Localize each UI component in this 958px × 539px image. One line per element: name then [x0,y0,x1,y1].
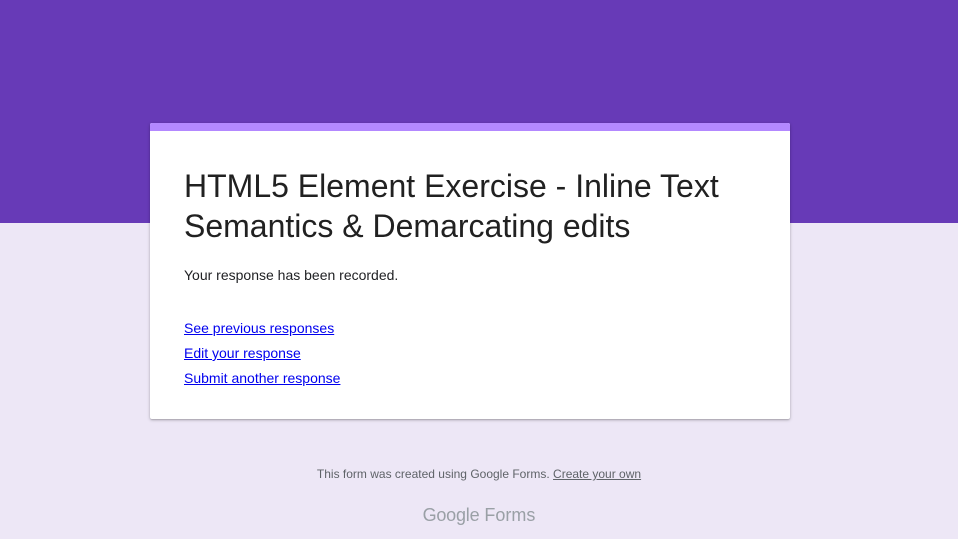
confirmation-card: HTML5 Element Exercise - Inline Text Sem… [150,123,790,419]
submit-another-response-link[interactable]: Submit another response [184,366,340,391]
card-accent-bar [150,123,790,131]
confirmation-message: Your response has been recorded. [184,267,399,283]
response-links: See previous responses Edit your respons… [184,316,340,391]
create-your-own-link[interactable]: Create your own [553,467,641,481]
google-forms-logo[interactable]: Google Forms [0,503,958,527]
see-previous-responses-link[interactable]: See previous responses [184,316,340,341]
brand-forms-text: Forms [484,505,536,525]
form-title: HTML5 Element Exercise - Inline Text Sem… [184,168,719,244]
brand-google-text: Google [422,505,480,525]
footer-note-text: This form was created using Google Forms… [316,467,550,481]
edit-response-link[interactable]: Edit your response [184,341,340,366]
footer-note: This form was created using Google Forms… [0,466,958,482]
